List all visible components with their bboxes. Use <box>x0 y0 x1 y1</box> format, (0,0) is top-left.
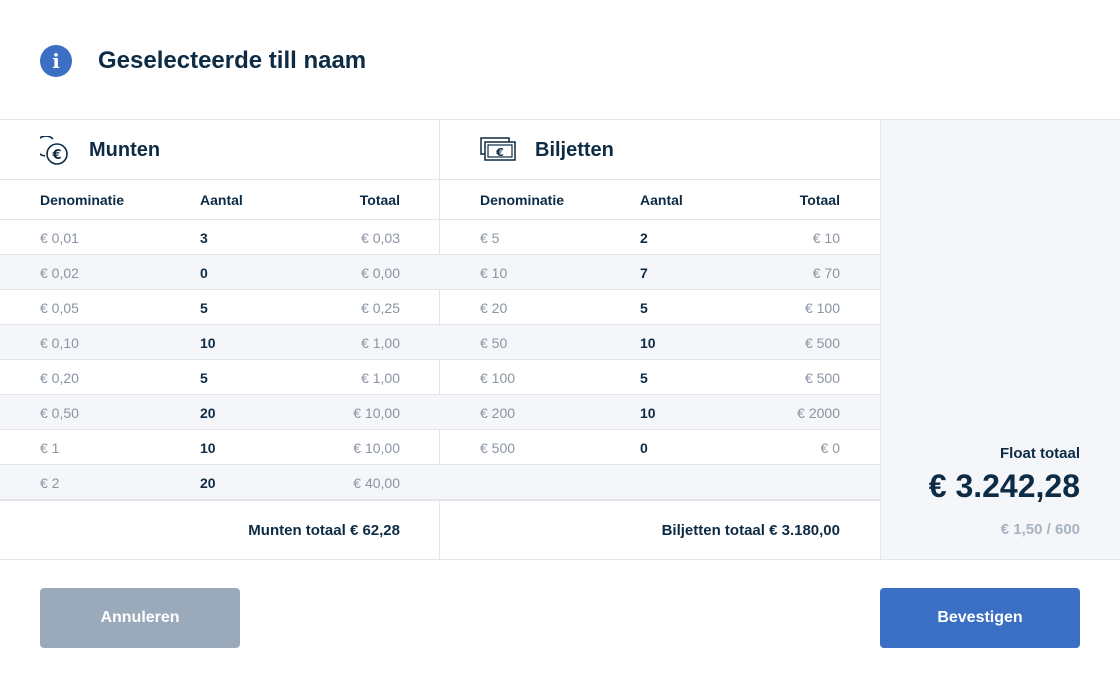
coins-title: Munten <box>89 139 161 161</box>
coins-column-headers: Denominatie Aantal Totaal <box>0 180 440 220</box>
row-total: € 40,00 <box>353 475 400 491</box>
coins-euro-icon: € <box>40 136 68 165</box>
row-denomination: € 0,05 <box>40 300 79 316</box>
notes-title: Biljetten <box>535 139 614 161</box>
row-total: € 0,25 <box>361 300 400 316</box>
table-row: € 0,02 0 € 0,00 <box>0 255 440 290</box>
row-count: 20 <box>200 405 216 421</box>
row-count: 0 <box>640 440 648 456</box>
table-row: € 0,20 5 € 1,00 <box>0 360 440 395</box>
row-total: € 0,00 <box>361 265 400 281</box>
row-total: € 10,00 <box>353 440 400 456</box>
row-count: 10 <box>200 335 216 351</box>
row-count: 5 <box>200 300 208 316</box>
row-total: € 70 <box>812 265 840 281</box>
row-count: 5 <box>640 300 648 316</box>
table-row: € 0,05 5 € 0,25 <box>0 290 440 325</box>
coins-footer: Munten totaal € 62,28 <box>0 500 440 560</box>
column-denomination: Denominatie <box>480 192 565 208</box>
row-count: 10 <box>200 440 216 456</box>
notes-total: Biljetten totaal € 3.180,00 <box>661 522 840 539</box>
table-row: € 0,10 10 € 1,00 <box>0 325 440 360</box>
row-total: € 1,00 <box>361 335 400 351</box>
column-count: Aantal <box>200 192 243 208</box>
row-denomination: € 1 <box>40 440 60 456</box>
header: i Geselecteerde till naam <box>0 0 1120 120</box>
row-count: 2 <box>640 230 648 246</box>
float-summary: Float totaal € 3.242,28 € 1,50 / 600 <box>880 120 1120 560</box>
row-denomination: € 20 <box>480 300 508 316</box>
row-total: € 1,00 <box>361 370 400 386</box>
row-count: 20 <box>200 475 216 491</box>
row-denomination: € 100 <box>480 370 516 386</box>
column-denomination: Denominatie <box>40 192 125 208</box>
notes-footer: Biljetten totaal € 3.180,00 <box>440 500 880 560</box>
row-denomination: € 5 <box>480 230 500 246</box>
float-sub-info: € 1,50 / 600 <box>1000 521 1080 538</box>
column-count: Aantal <box>640 192 683 208</box>
row-count: 10 <box>640 405 656 421</box>
coins-total: Munten totaal € 62,28 <box>248 522 400 539</box>
page-title: Geselecteerde till naam <box>98 47 367 74</box>
row-denomination: € 0,01 <box>40 230 79 246</box>
float-total-amount: € 3.242,28 <box>928 468 1080 504</box>
row-total: € 100 <box>804 300 840 316</box>
row-denomination: € 0,50 <box>40 405 79 421</box>
table-row: € 5 2 € 10 <box>440 220 880 255</box>
float-total-label: Float totaal <box>999 445 1080 462</box>
table-row: € 200 10 € 2000 <box>440 395 880 430</box>
row-count: 5 <box>640 370 648 386</box>
row-denomination: € 2 <box>40 475 60 491</box>
row-denomination: € 200 <box>480 405 516 421</box>
row-denomination: € 500 <box>480 440 516 456</box>
column-total: Totaal <box>359 192 400 208</box>
table-row: € 0,01 3 € 0,03 <box>0 220 440 255</box>
row-total: € 0,03 <box>361 230 400 246</box>
table-row: € 50 10 € 500 <box>440 325 880 360</box>
table-row: € 0,50 20 € 10,00 <box>0 395 440 430</box>
row-denomination: € 0,10 <box>40 335 79 351</box>
notes-table: € 5 2 € 10 € 10 7 € 70 € 20 5 € 100 € 50 10 € 50… <box>440 220 880 500</box>
table-row: € 2 20 € 40,00 <box>0 465 440 500</box>
notes-column-headers: Denominatie Aantal Totaal <box>440 180 880 220</box>
notes-header: € Biljetten <box>440 120 880 180</box>
row-total: € 500 <box>804 335 840 351</box>
row-count: 7 <box>640 265 648 281</box>
row-count: 0 <box>200 265 208 281</box>
table-row: € 1 10 € 10,00 <box>0 430 440 465</box>
row-denomination: € 50 <box>480 335 508 351</box>
row-total: € 500 <box>804 370 840 386</box>
row-count: 3 <box>200 230 208 246</box>
coins-table: € 0,01 3 € 0,03 € 0,02 0 € 0,00 € 0,05 5 € 0,2… <box>0 220 440 500</box>
notes-panel: € Biljetten Denominatie Aantal Totaal € … <box>440 120 880 560</box>
table-row: € 20 5 € 100 <box>440 290 880 325</box>
svg-text:€: € <box>51 148 61 163</box>
coins-panel: € Munten Denominatie Aantal Totaal € 0,0… <box>0 120 440 560</box>
coins-header: € Munten <box>0 120 440 180</box>
row-total: € 2000 <box>797 405 840 421</box>
row-denomination: € 0,20 <box>40 370 79 386</box>
table-row-empty <box>440 465 880 500</box>
cancel-button[interactable]: Annuleren <box>40 588 240 648</box>
table-row: € 10 7 € 70 <box>440 255 880 290</box>
banknotes-euro-icon: € <box>480 137 516 161</box>
confirm-button[interactable]: Bevestigen <box>880 588 1080 648</box>
svg-text:€: € <box>495 146 504 159</box>
column-total: Totaal <box>799 192 840 208</box>
row-denomination: € 0,02 <box>40 265 79 281</box>
table-row: € 500 0 € 0 <box>440 430 880 465</box>
info-icon: i <box>40 45 72 77</box>
row-total: € 0 <box>820 440 840 456</box>
row-total: € 10,00 <box>353 405 400 421</box>
row-total: € 10 <box>812 230 840 246</box>
row-count: 10 <box>640 335 656 351</box>
row-denomination: € 10 <box>480 265 508 281</box>
row-count: 5 <box>200 370 208 386</box>
table-row: € 100 5 € 500 <box>440 360 880 395</box>
